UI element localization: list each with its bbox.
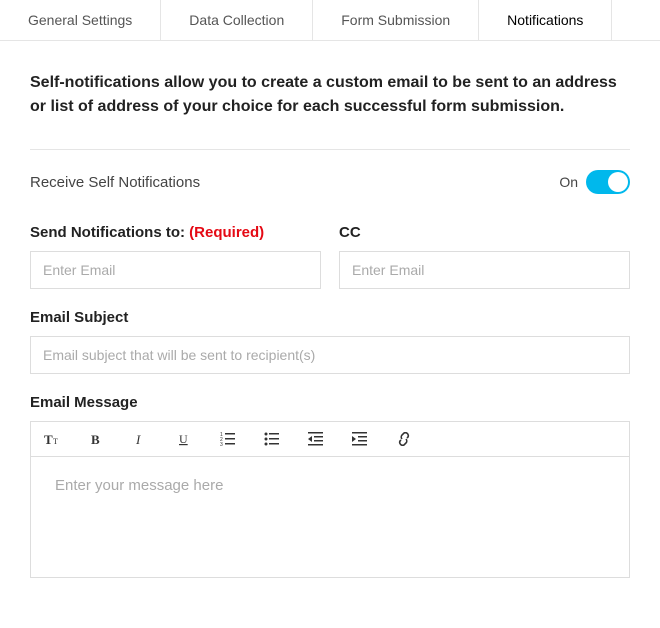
send-to-label: Send Notifications to: (Required) [30, 224, 321, 241]
message-textarea[interactable]: Enter your message here [31, 457, 629, 577]
svg-text:I: I [135, 432, 141, 446]
svg-text:3: 3 [220, 442, 223, 446]
tab-general-settings[interactable]: General Settings [0, 0, 160, 40]
tab-form-submission[interactable]: Form Submission [312, 0, 478, 40]
rich-text-editor: TT B I U 123 Enter your message here [30, 421, 630, 578]
link-icon[interactable] [395, 430, 413, 448]
subject-input[interactable] [30, 336, 630, 374]
editor-toolbar: TT B I U 123 [31, 422, 629, 457]
svg-text:T: T [53, 437, 58, 446]
receive-notifications-toggle[interactable] [586, 170, 630, 194]
indent-icon[interactable] [351, 430, 369, 448]
subject-label: Email Subject [30, 309, 630, 326]
tab-notifications[interactable]: Notifications [478, 0, 612, 40]
send-to-input[interactable] [30, 251, 321, 289]
unordered-list-icon[interactable] [263, 430, 281, 448]
svg-text:T: T [44, 432, 53, 447]
page-description: Self-notifications allow you to create a… [30, 71, 630, 119]
tabs: General Settings Data Collection Form Su… [0, 0, 660, 41]
tab-content: Self-notifications allow you to create a… [0, 41, 660, 628]
toggle-state-text: On [559, 174, 578, 190]
toggle-label: Receive Self Notifications [30, 174, 200, 191]
send-to-field: Send Notifications to: (Required) [30, 224, 321, 289]
svg-text:B: B [91, 432, 100, 446]
toggle-wrap: On [559, 170, 630, 194]
italic-icon[interactable]: I [131, 430, 149, 448]
svg-text:U: U [179, 432, 188, 446]
send-to-label-text: Send Notifications to: [30, 224, 189, 241]
email-fields-row: Send Notifications to: (Required) CC [30, 224, 630, 289]
cc-input[interactable] [339, 251, 630, 289]
toggle-knob [608, 172, 628, 192]
required-badge: (Required) [189, 224, 264, 241]
outdent-icon[interactable] [307, 430, 325, 448]
text-size-icon[interactable]: TT [43, 430, 61, 448]
divider [30, 149, 630, 150]
cc-label: CC [339, 224, 630, 241]
tab-data-collection[interactable]: Data Collection [160, 0, 312, 40]
ordered-list-icon[interactable]: 123 [219, 430, 237, 448]
message-label: Email Message [30, 394, 630, 411]
message-field: Email Message TT B I U 123 Enter your me… [30, 394, 630, 578]
bold-icon[interactable]: B [87, 430, 105, 448]
underline-icon[interactable]: U [175, 430, 193, 448]
subject-field: Email Subject [30, 309, 630, 374]
toggle-row: Receive Self Notifications On [30, 170, 630, 194]
cc-field: CC [339, 224, 630, 289]
